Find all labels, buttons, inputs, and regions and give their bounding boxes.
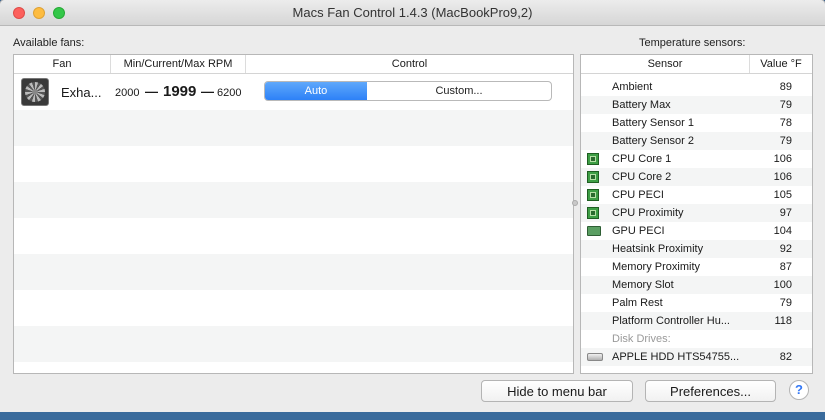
disk-drives-group-label: Disk Drives: — [612, 333, 671, 345]
sensor-name: Battery Max — [612, 99, 671, 111]
sensor-name: Battery Sensor 2 — [612, 135, 694, 147]
fan-max-rpm: 6200 — [217, 87, 242, 99]
fan-min-rpm: 2000 — [115, 87, 140, 99]
fan-column-header[interactable]: Fan — [14, 55, 111, 73]
sensor-name: CPU Core 1 — [612, 153, 672, 165]
cpu-chip-icon — [587, 189, 599, 201]
sensor-row[interactable]: CPU Core 2 106 — [581, 168, 812, 186]
sensor-value: 79 — [779, 297, 792, 309]
hard-drive-icon — [587, 353, 603, 361]
gpu-card-icon — [587, 226, 601, 236]
hide-to-menu-bar-button[interactable]: Hide to menu bar — [481, 380, 633, 402]
sensor-name: Palm Rest — [612, 297, 663, 309]
sensor-name: GPU PECI — [612, 225, 665, 237]
empty-row — [14, 182, 573, 218]
title-bar: Macs Fan Control 1.4.3 (MacBookPro9,2) — [0, 0, 825, 26]
sensor-row[interactable]: Platform Controller Hu... 118 — [581, 312, 812, 330]
sensors-table-header: Sensor Value °F — [581, 55, 812, 74]
sensor-row[interactable]: Battery Sensor 2 79 — [581, 132, 812, 150]
sensor-row[interactable]: GPU PECI 104 — [581, 222, 812, 240]
sensor-name: CPU PECI — [612, 189, 664, 201]
sensor-name: CPU Core 2 — [612, 171, 672, 183]
sensor-value: 100 — [773, 279, 792, 291]
sensor-column-header[interactable]: Sensor — [581, 55, 750, 73]
rpm-separator: — — [201, 84, 214, 99]
sensor-value: 92 — [779, 243, 792, 255]
value-column-header[interactable]: Value °F — [750, 55, 812, 73]
fan-name: Exha... — [61, 85, 102, 100]
sensor-value: 97 — [779, 207, 792, 219]
sensor-name: Memory Proximity — [612, 261, 701, 273]
rpm-separator: — — [145, 84, 158, 99]
sensor-value: 79 — [779, 135, 792, 147]
sensor-value: 89 — [779, 81, 792, 93]
desktop-background — [0, 412, 825, 420]
sensor-row[interactable]: CPU PECI 105 — [581, 186, 812, 204]
sensors-table: Sensor Value °F Ambient 89 Battery Max 79 Ba… — [580, 54, 813, 374]
sensor-value: 82 — [779, 351, 792, 363]
sensor-row[interactable]: Heatsink Proximity 92 — [581, 240, 812, 258]
sensor-row[interactable]: Memory Slot 100 — [581, 276, 812, 294]
sensor-value: 79 — [779, 99, 792, 111]
cpu-chip-icon — [587, 153, 599, 165]
sensor-name: Heatsink Proximity — [612, 243, 704, 255]
sensor-value: 106 — [773, 171, 792, 183]
app-window: Macs Fan Control 1.4.3 (MacBookPro9,2) A… — [0, 0, 825, 412]
sensor-name: Memory Slot — [612, 279, 674, 291]
empty-row — [14, 110, 573, 146]
sensor-row[interactable]: Palm Rest 79 — [581, 294, 812, 312]
sensor-row[interactable]: Ambient 89 — [581, 78, 812, 96]
sensor-name: APPLE HDD HTS54755... — [612, 351, 740, 363]
available-fans-label: Available fans: — [13, 37, 85, 49]
empty-row — [14, 326, 573, 362]
rpm-column-header[interactable]: Min/Current/Max RPM — [111, 55, 246, 73]
control-column-header[interactable]: Control — [246, 55, 573, 73]
fans-table-header: Fan Min/Current/Max RPM Control — [14, 55, 573, 74]
sensor-row[interactable]: Battery Sensor 1 78 — [581, 114, 812, 132]
cpu-chip-icon — [587, 171, 599, 183]
sensor-group-header: Disk Drives: — [581, 330, 812, 348]
custom-control-button[interactable]: Custom... — [367, 82, 551, 100]
sensor-name: Battery Sensor 1 — [612, 117, 694, 129]
empty-row — [14, 254, 573, 290]
window-title: Macs Fan Control 1.4.3 (MacBookPro9,2) — [292, 5, 533, 20]
temperature-sensors-label: Temperature sensors: — [639, 37, 746, 49]
fans-table: Fan Min/Current/Max RPM Control Exha... … — [13, 54, 574, 374]
sensor-value: 118 — [774, 315, 792, 327]
sensor-name: CPU Proximity — [612, 207, 684, 219]
fan-control-segmented: Auto Custom... — [264, 81, 552, 101]
sensor-name: Platform Controller Hu... — [612, 315, 730, 327]
sensor-value: 106 — [773, 153, 792, 165]
disk-row[interactable]: APPLE HDD HTS54755... 82 — [581, 348, 812, 366]
sensor-row[interactable]: CPU Proximity 97 — [581, 204, 812, 222]
sensor-name: Ambient — [612, 81, 653, 93]
sensor-value: 87 — [779, 261, 792, 273]
sensor-row[interactable]: Battery Max 79 — [581, 96, 812, 114]
auto-control-button[interactable]: Auto — [265, 82, 367, 100]
split-view-divider-handle[interactable] — [572, 200, 578, 206]
preferences-button[interactable]: Preferences... — [645, 380, 776, 402]
sensor-value: 104 — [773, 225, 792, 237]
cpu-chip-icon — [587, 207, 599, 219]
fan-row[interactable]: Exha... 2000 — 1999 — 6200 Auto Custom..… — [14, 74, 573, 110]
sensor-value: 105 — [773, 189, 792, 201]
fan-current-rpm: 1999 — [163, 83, 197, 100]
sensor-row[interactable]: CPU Core 1 106 — [581, 150, 812, 168]
sensor-row[interactable]: Memory Proximity 87 — [581, 258, 812, 276]
sensor-value: 78 — [779, 117, 792, 129]
fan-icon — [21, 78, 49, 106]
help-button[interactable]: ? — [789, 380, 809, 400]
